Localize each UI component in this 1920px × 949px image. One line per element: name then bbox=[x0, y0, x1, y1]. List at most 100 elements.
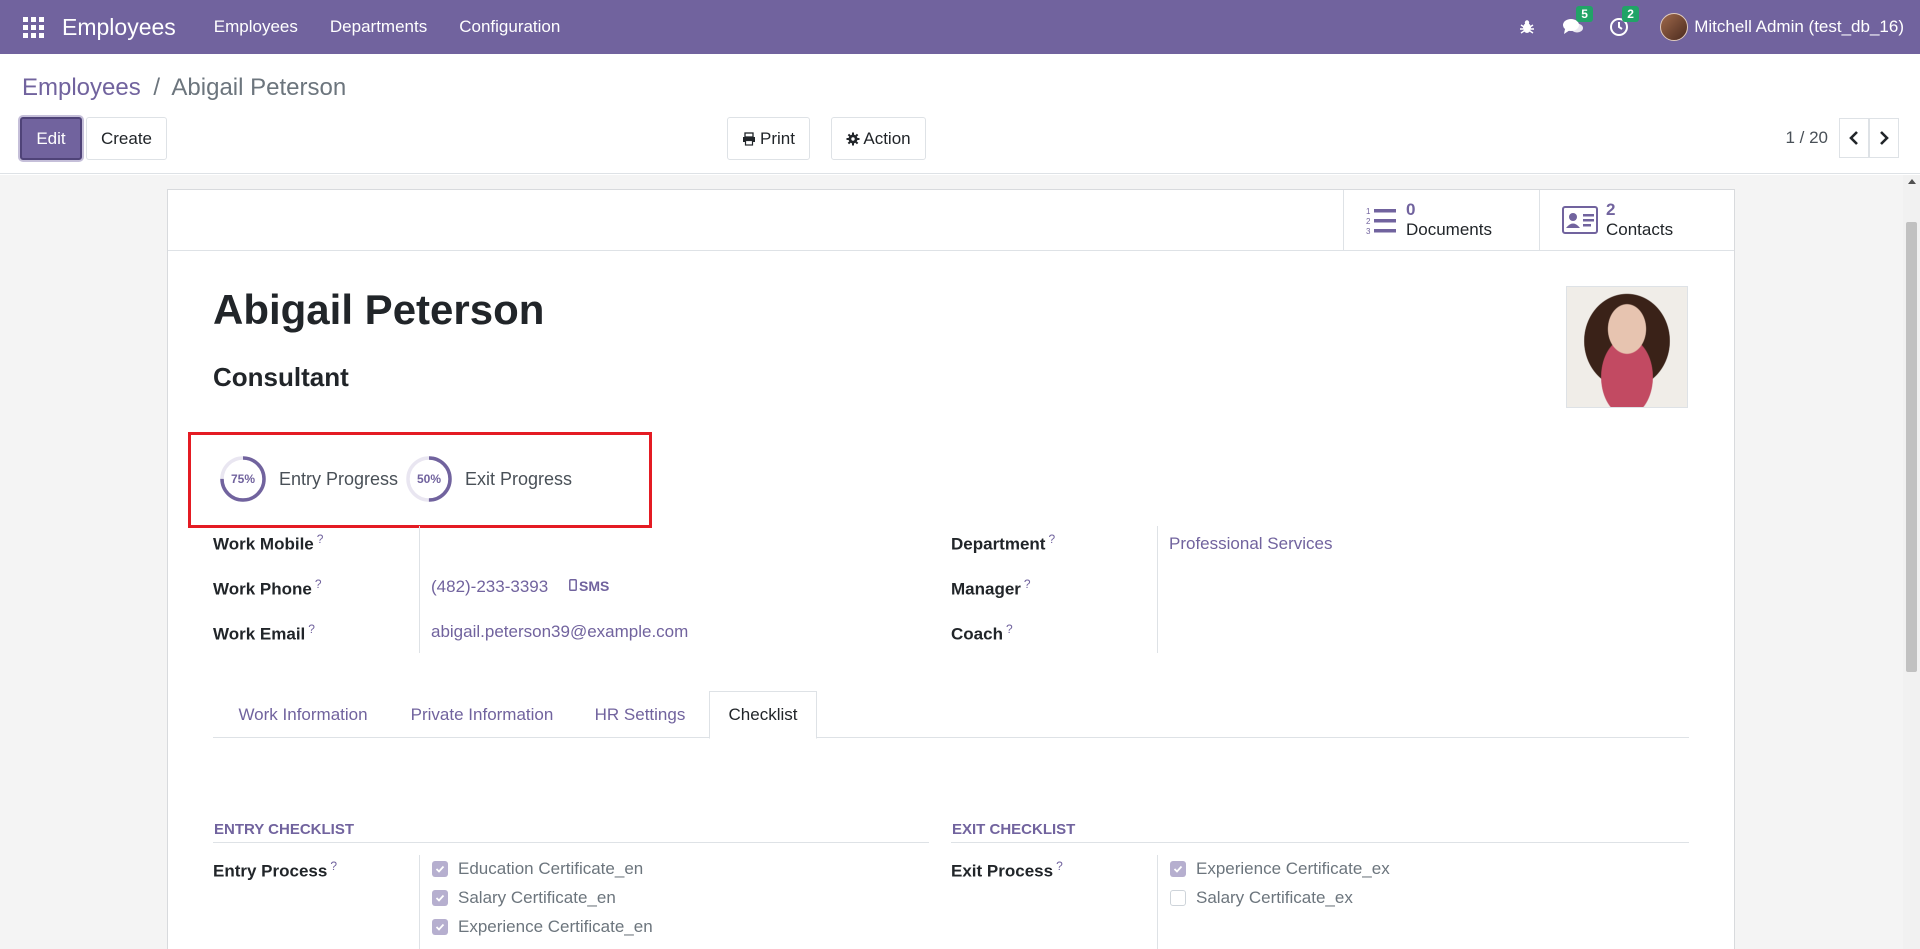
employee-photo[interactable] bbox=[1566, 286, 1688, 408]
smart-button-box: 123 0 Documents 2 Contacts bbox=[168, 190, 1734, 251]
app-title[interactable]: Employees bbox=[62, 14, 176, 41]
messages-icon[interactable]: 5 bbox=[1562, 6, 1593, 38]
checkbox[interactable] bbox=[1170, 861, 1186, 877]
work-phone-label: Work Phone? bbox=[213, 577, 322, 600]
breadcrumb: Employees / Abigail Peterson bbox=[22, 74, 346, 102]
entry-progress-label: Entry Progress bbox=[279, 468, 399, 489]
contacts-label: Contacts bbox=[1606, 220, 1674, 239]
documents-label: Documents bbox=[1406, 220, 1492, 239]
entry-process-label: Entry Process? bbox=[213, 859, 337, 882]
entry-progress-ring: 75% bbox=[219, 455, 267, 503]
contacts-smart-button[interactable]: 2 Contacts bbox=[1539, 190, 1734, 250]
tab-private-information[interactable]: Private Information bbox=[393, 691, 571, 738]
user-menu[interactable]: Mitchell Admin (test_db_16) bbox=[1694, 17, 1904, 37]
app-grid-icon[interactable] bbox=[23, 16, 45, 38]
contacts-count: 2 bbox=[1606, 200, 1616, 219]
help-icon[interactable]: ? bbox=[1006, 622, 1013, 636]
action-button[interactable]: Action bbox=[831, 117, 926, 160]
svg-text:1: 1 bbox=[1366, 207, 1371, 216]
gear-icon bbox=[846, 132, 860, 145]
pager-next-button[interactable] bbox=[1869, 118, 1899, 158]
svg-text:2: 2 bbox=[1366, 217, 1371, 226]
employee-form-sheet: 123 0 Documents 2 Contacts Abigail Peter… bbox=[167, 189, 1735, 949]
help-icon[interactable]: ? bbox=[1024, 577, 1031, 591]
exit-process-separator bbox=[1157, 855, 1158, 949]
menu-departments[interactable]: Departments bbox=[330, 17, 427, 37]
field-separator-left bbox=[419, 526, 420, 653]
chevron-right-icon bbox=[1880, 131, 1889, 145]
vertical-scrollbar[interactable] bbox=[1903, 175, 1920, 949]
exit-process-label: Exit Process? bbox=[951, 859, 1063, 882]
checkbox[interactable] bbox=[432, 919, 448, 935]
department-value[interactable]: Professional Services bbox=[1169, 534, 1332, 554]
edit-button[interactable]: Edit bbox=[20, 117, 82, 160]
checklist-item-label: Experience Certificate_ex bbox=[1196, 859, 1390, 878]
help-icon[interactable]: ? bbox=[1048, 532, 1055, 546]
department-label: Department? bbox=[951, 532, 1055, 555]
breadcrumb-current: Abigail Peterson bbox=[171, 74, 347, 101]
exit-checklist-item[interactable]: Salary Certificate_ex bbox=[1170, 888, 1353, 908]
manager-label: Manager? bbox=[951, 577, 1031, 600]
print-button[interactable]: Print bbox=[727, 117, 810, 160]
entry-progress: 75% Entry Progress bbox=[219, 455, 398, 503]
help-icon[interactable]: ? bbox=[315, 577, 322, 591]
work-mobile-label-text: Work Mobile bbox=[213, 534, 314, 554]
employee-job-title[interactable]: Consultant bbox=[213, 362, 349, 393]
help-icon[interactable]: ? bbox=[317, 532, 324, 546]
checkbox[interactable] bbox=[432, 861, 448, 877]
help-icon[interactable]: ? bbox=[308, 622, 315, 636]
documents-smart-button[interactable]: 123 0 Documents bbox=[1343, 190, 1539, 250]
sms-button[interactable]: SMS bbox=[569, 578, 609, 594]
tab-hr-settings[interactable]: HR Settings bbox=[571, 691, 709, 738]
exit-progress-ring: 50% bbox=[405, 455, 453, 503]
activity-clock-icon[interactable]: 2 bbox=[1608, 6, 1639, 38]
scrollbar-thumb[interactable] bbox=[1906, 222, 1917, 672]
work-email-label-text: Work Email bbox=[213, 624, 306, 644]
exit-checklist-title: EXIT CHECKLIST bbox=[952, 821, 1076, 838]
work-mobile-label: Work Mobile? bbox=[213, 532, 323, 555]
messages-count-badge: 5 bbox=[1576, 6, 1593, 22]
bug-icon[interactable] bbox=[1516, 16, 1538, 38]
entry-checklist-item[interactable]: Salary Certificate_en bbox=[432, 888, 616, 908]
checkbox[interactable] bbox=[432, 890, 448, 906]
printer-icon bbox=[743, 131, 756, 146]
work-phone-label-text: Work Phone bbox=[213, 579, 312, 599]
coach-label-text: Coach bbox=[951, 624, 1003, 644]
entry-progress-percent: 75% bbox=[230, 472, 256, 486]
chevron-left-icon bbox=[1849, 131, 1858, 145]
tab-work-information[interactable]: Work Information bbox=[213, 691, 393, 738]
tab-checklist[interactable]: Checklist bbox=[709, 691, 817, 739]
scroll-up-icon[interactable] bbox=[1908, 179, 1916, 184]
menu-configuration[interactable]: Configuration bbox=[459, 17, 560, 37]
checklist-item-label: Education Certificate_en bbox=[458, 859, 644, 878]
exit-checklist-divider bbox=[951, 842, 1689, 843]
manager-label-text: Manager bbox=[951, 579, 1021, 599]
menu-employees[interactable]: Employees bbox=[214, 17, 298, 37]
checkbox[interactable] bbox=[1170, 890, 1186, 906]
pager-previous-button[interactable] bbox=[1839, 118, 1869, 158]
entry-process-separator bbox=[419, 855, 420, 949]
exit-checklist-item[interactable]: Experience Certificate_ex bbox=[1170, 859, 1390, 879]
create-button[interactable]: Create bbox=[86, 117, 167, 160]
entry-checklist-item[interactable]: Education Certificate_en bbox=[432, 859, 643, 879]
work-email-label: Work Email? bbox=[213, 622, 315, 645]
pager-value[interactable]: 1 / 20 bbox=[1785, 128, 1828, 148]
employee-name[interactable]: Abigail Peterson bbox=[213, 286, 544, 334]
work-phone-value[interactable]: (482)-233-3393 bbox=[431, 577, 548, 597]
breadcrumb-separator: / bbox=[153, 74, 161, 101]
work-email-value[interactable]: abigail.peterson39@example.com bbox=[431, 622, 688, 642]
help-icon[interactable]: ? bbox=[330, 859, 337, 873]
action-button-label: Action bbox=[863, 128, 911, 148]
notebook-tabs: Work Information Private Information HR … bbox=[213, 691, 1689, 739]
contact-card-icon bbox=[1562, 206, 1598, 234]
breadcrumb-employees-link[interactable]: Employees bbox=[22, 74, 141, 101]
help-icon[interactable]: ? bbox=[1056, 859, 1063, 873]
checklist-item-label: Salary Certificate_en bbox=[458, 888, 616, 907]
entry-checklist-title: ENTRY CHECKLIST bbox=[214, 821, 355, 838]
user-avatar[interactable] bbox=[1660, 13, 1689, 41]
progress-highlight-box: 75% Entry Progress 50% Exit Progress bbox=[188, 432, 652, 528]
entry-checklist-divider bbox=[213, 842, 929, 843]
print-button-label: Print bbox=[760, 128, 795, 148]
exit-progress: 50% Exit Progress bbox=[405, 455, 572, 503]
entry-checklist-item[interactable]: Experience Certificate_en bbox=[432, 917, 653, 937]
